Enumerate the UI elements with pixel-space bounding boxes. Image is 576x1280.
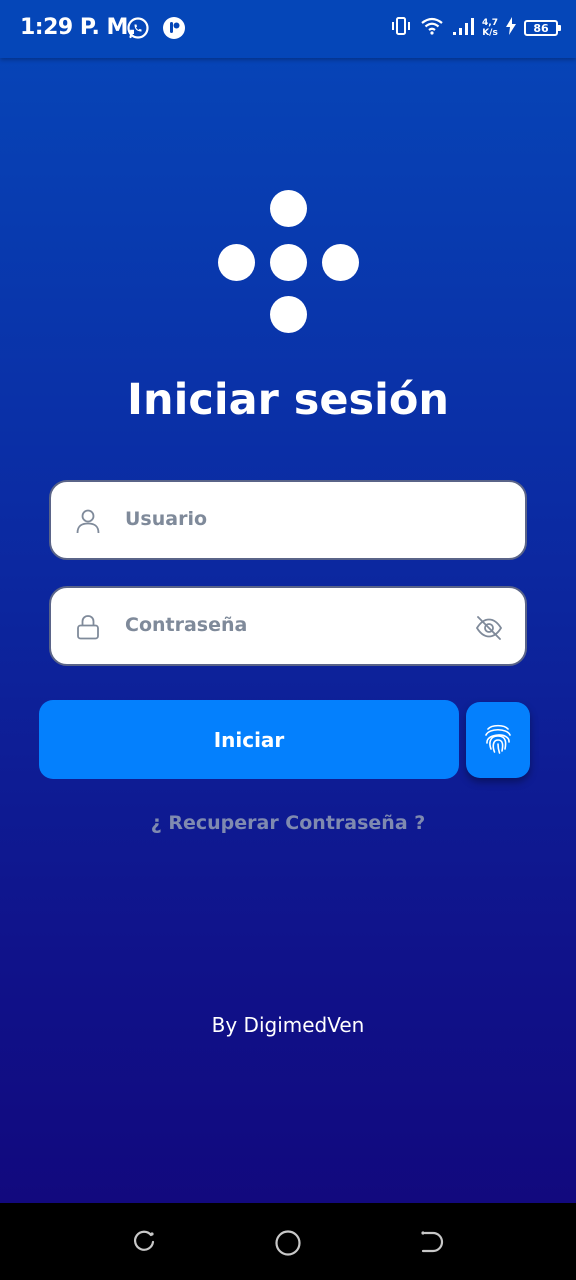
fingerprint-icon <box>483 722 513 758</box>
recover-password-link[interactable]: ¿ Recuperar Contraseña ? <box>0 812 576 834</box>
password-placeholder: Contraseña <box>125 614 248 636</box>
login-button[interactable]: Iniciar <box>39 700 459 779</box>
status-bar: 1:29 P. M. 4,7 K/s 86 <box>0 0 576 58</box>
lock-icon <box>75 614 101 640</box>
login-button-label: Iniciar <box>213 727 285 752</box>
signal-icon <box>452 16 475 40</box>
username-field[interactable]: Usuario <box>49 480 527 560</box>
logo-dot-left <box>218 244 255 281</box>
network-speed-unit: K/s <box>482 28 498 38</box>
back-icon[interactable] <box>418 1229 444 1255</box>
password-field[interactable]: Contraseña <box>49 586 527 666</box>
status-time: 1:29 P. M. <box>20 15 136 40</box>
logo-dot-right <box>322 244 359 281</box>
logo-dot-bottom <box>270 296 307 333</box>
network-speed-value: 4,7 <box>482 18 498 28</box>
logo-dot-center <box>270 244 307 281</box>
eye-off-icon[interactable] <box>475 614 503 642</box>
wifi-icon <box>420 16 444 40</box>
app-logo <box>218 190 360 333</box>
logo-dot-top <box>270 190 307 227</box>
battery-level: 86 <box>533 21 549 35</box>
fingerprint-button[interactable] <box>466 702 530 778</box>
developer-credit: By DigimedVen <box>211 1013 365 1037</box>
battery-icon: 86 <box>524 20 561 36</box>
whatsapp-icon <box>126 16 150 44</box>
vibrate-icon <box>390 16 412 40</box>
charging-icon <box>506 17 516 39</box>
recent-apps-icon[interactable] <box>131 1229 157 1255</box>
username-placeholder: Usuario <box>125 508 208 530</box>
page-title: Iniciar sesión <box>126 375 450 425</box>
user-icon <box>75 508 101 534</box>
login-screen: 1:29 P. M. 4,7 K/s 86 Iniciar sesión Usu… <box>0 0 576 1280</box>
status-notification-icons <box>126 16 186 44</box>
app-notification-icon <box>162 16 186 44</box>
home-icon[interactable] <box>274 1229 301 1256</box>
network-speed: 4,7 K/s <box>482 18 498 38</box>
system-navigation-bar <box>0 1203 576 1280</box>
status-system-icons: 4,7 K/s 86 <box>390 16 561 40</box>
